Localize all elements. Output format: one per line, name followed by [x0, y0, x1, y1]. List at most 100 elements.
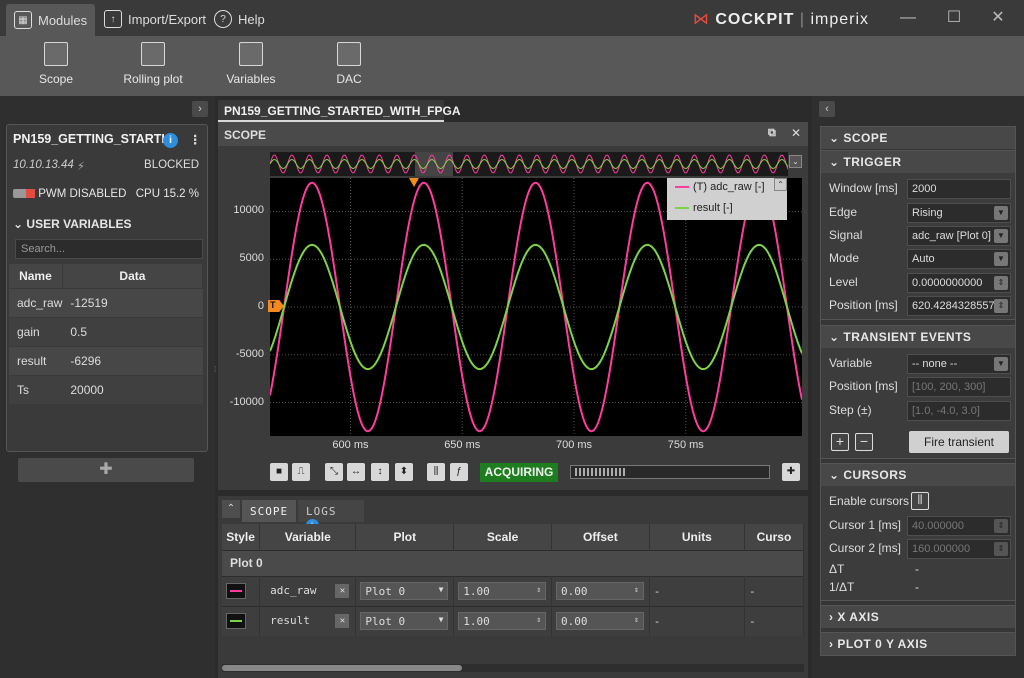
style-swatch[interactable] — [226, 613, 246, 630]
undock-icon[interactable]: ⧉ — [768, 127, 776, 140]
trigger-edge-icon[interactable]: ⎍ — [292, 463, 310, 481]
horizontal-scrollbar[interactable] — [222, 664, 804, 672]
edge-label: Edge — [829, 205, 858, 219]
device-card: PN159_GETTING_STARTI i ⋮ 10.10.13.44 ⚡ B… — [6, 124, 208, 452]
table-row[interactable]: adc_raw ✕ Plot 0 ▼ 1.00 ⇕ 0.00 ⇕ - - — [222, 575, 804, 606]
enable-cursors-icon[interactable]: ⫼ — [911, 492, 929, 510]
row-cursor: - — [744, 575, 804, 606]
remove-event-icon[interactable]: − — [855, 433, 873, 451]
stop-icon[interactable]: ■ — [270, 463, 288, 481]
fire-transient-button[interactable]: Fire transient — [909, 431, 1009, 453]
series-line-adc-raw — [270, 181, 802, 433]
variable-search-input[interactable]: Search... — [15, 239, 203, 259]
offset-spinbox[interactable]: 0.00 ⇕ — [555, 612, 644, 631]
rolling-plot-icon — [141, 42, 165, 66]
x-axis-header[interactable]: › X AXIS — [821, 606, 1015, 628]
signal-select[interactable]: adc_raw [Plot 0] ▼ — [907, 226, 1011, 246]
collapse-bottom-icon[interactable]: ⌃ — [222, 500, 240, 518]
table-row[interactable]: gain 0.5 — [9, 316, 203, 346]
spinner-icon: ⇕ — [634, 615, 639, 625]
cursors-section: ⌄ CURSORS Enable cursors ⫼ Cursor 1 [ms]… — [820, 463, 1016, 601]
remove-icon[interactable]: ✕ — [335, 614, 350, 629]
cursor2-spinbox[interactable]: 160.000000 ⇕ — [907, 539, 1011, 559]
maximize-button[interactable]: ☐ — [944, 8, 964, 28]
delta-t-value: - — [915, 562, 919, 576]
position-spinbox[interactable]: 620.4284328557 ⇕ — [907, 296, 1011, 316]
scope-settings-header[interactable]: ⌄ SCOPE — [821, 127, 1015, 149]
ribbon-rolling-plot[interactable]: Rolling plot — [113, 42, 193, 86]
cursors-header[interactable]: ⌄ CURSORS — [821, 464, 1015, 486]
overview-trace-adc — [270, 154, 788, 174]
cursors-icon[interactable]: ⫼ — [427, 463, 445, 481]
x-tick-label: 600 ms — [332, 439, 369, 451]
transient-step-input[interactable]: [1.0, -4.0, 3.0] — [907, 401, 1011, 421]
y-tick-label: 10000 — [233, 204, 264, 217]
scale-spinbox[interactable]: 1.00 ⇕ — [458, 582, 547, 600]
tab-scope[interactable]: SCOPE — [242, 500, 297, 522]
transient-position-input[interactable]: [100, 200, 300] — [907, 377, 1011, 397]
window-input[interactable]: 2000 — [907, 179, 1011, 199]
module-ribbon: Scope Rolling plot Variables DAC — [0, 36, 1024, 96]
table-row[interactable]: result -6296 — [9, 345, 203, 375]
more-options-icon[interactable]: ⋮ — [189, 132, 202, 147]
offset-spinbox[interactable]: 0.00 ⇕ — [555, 582, 644, 600]
modules-menu[interactable]: ▦ Modules — [6, 4, 96, 36]
transient-variable-select[interactable]: -- none -- ▼ — [907, 354, 1011, 374]
add-device-button[interactable]: ✚ — [18, 458, 194, 482]
tab-project[interactable]: PN159_GETTING_STARTED_WITH_FPGA — [218, 100, 460, 122]
level-spinbox[interactable]: 0.0000000000 ⇕ — [907, 273, 1011, 293]
help-menu[interactable]: ? Help — [206, 6, 273, 32]
edge-select[interactable]: Rising ▼ — [907, 203, 1011, 223]
ribbon-dac[interactable]: DAC — [309, 42, 389, 86]
cursor1-spinbox[interactable]: 40.000000 ⇕ — [907, 516, 1011, 536]
x-axis-section[interactable]: › X AXIS — [820, 605, 1016, 628]
window-label: Window [ms] — [829, 181, 898, 195]
trigger-header[interactable]: ⌄ TRIGGER — [821, 151, 1015, 173]
autoscale-icon[interactable]: ⤡ — [325, 463, 343, 481]
cursor1-label: Cursor 1 [ms] — [829, 518, 902, 532]
remove-icon[interactable]: ✕ — [335, 584, 350, 598]
close-icon[interactable]: ✕ — [791, 126, 801, 140]
var-data: -6296 — [62, 345, 203, 375]
ribbon-scope[interactable]: Scope — [16, 42, 96, 86]
y-axis-section[interactable]: › PLOT 0 Y AXIS — [820, 632, 1016, 655]
splitter-handle[interactable]: ⁞ — [214, 365, 218, 385]
plot-select[interactable]: Plot 0 ▼ — [360, 582, 449, 600]
ribbon-variables[interactable]: Variables — [211, 42, 291, 86]
collapse-left-button[interactable]: › — [192, 101, 208, 117]
delta-t-label: ΔT — [829, 562, 845, 576]
info-icon[interactable]: i — [163, 133, 178, 148]
collapse-right-button[interactable]: ‹ — [819, 101, 835, 117]
table-row[interactable]: Ts 20000 — [9, 374, 203, 404]
col-data: Data — [62, 264, 204, 288]
device-status-row: 10.10.13.44 ⚡ BLOCKED — [7, 159, 207, 177]
table-row[interactable]: adc_raw -12519 — [9, 287, 203, 317]
add-plot-icon[interactable]: ✚ — [782, 463, 800, 481]
close-window-button[interactable]: ✕ — [988, 8, 1008, 28]
transient-header[interactable]: ⌄ TRANSIENT EVENTS — [821, 326, 1015, 348]
add-event-icon[interactable]: + — [831, 433, 849, 451]
overview-strip[interactable] — [270, 152, 788, 176]
plot-group-row[interactable]: Plot 0 — [222, 549, 804, 576]
import-export-menu[interactable]: ↑ Import/Export — [96, 6, 214, 32]
overview-window[interactable] — [415, 152, 453, 176]
overview-dropdown-icon[interactable]: ⌄ — [789, 155, 802, 168]
zoom-y-icon[interactable]: ⬍ — [395, 463, 413, 481]
legend-collapse-icon[interactable]: ⌃ — [774, 178, 787, 191]
row-units: - — [649, 575, 745, 606]
tab-logs[interactable]: LOGS i — [298, 500, 364, 532]
y-axis-header[interactable]: › PLOT 0 Y AXIS — [821, 633, 1015, 655]
table-row[interactable]: result ✕ Plot 0 ▼ 1.00 ⇕ 0.00 ⇕ - - — [222, 605, 804, 636]
mode-select[interactable]: Auto ▼ — [907, 249, 1011, 269]
help-icon: ? — [214, 10, 232, 28]
style-swatch[interactable] — [226, 583, 246, 599]
function-icon[interactable]: ƒ — [450, 463, 468, 481]
plot-select[interactable]: Plot 0 ▼ — [360, 612, 449, 631]
scale-spinbox[interactable]: 1.00 ⇕ — [458, 612, 547, 631]
fit-x-icon[interactable]: ↔ — [347, 463, 365, 481]
scale-value: 1.00 — [463, 585, 490, 598]
fit-y-icon[interactable]: ↕ — [371, 463, 389, 481]
user-variables-header[interactable]: ⌄ USER VARIABLES — [7, 215, 207, 235]
minimize-button[interactable]: — — [898, 8, 918, 28]
acquisition-progress — [570, 465, 770, 479]
